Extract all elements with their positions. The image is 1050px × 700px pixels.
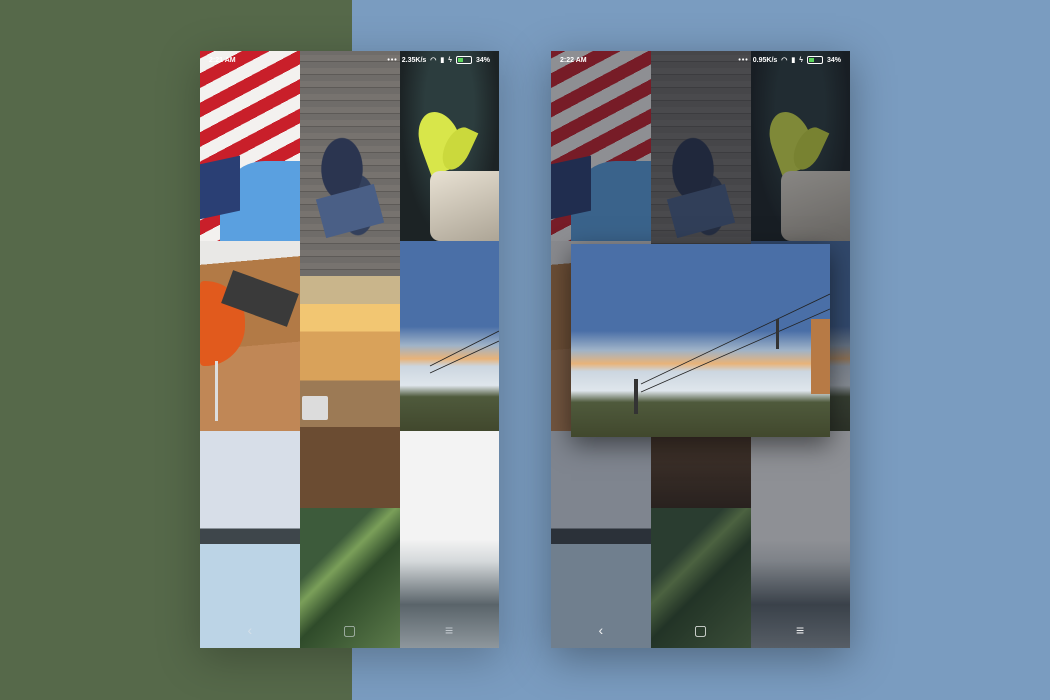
photo-car (302, 396, 328, 420)
photo-wires (634, 293, 830, 414)
wifi-icon: ◠ (430, 57, 437, 64)
home-button[interactable]: ▢ (334, 622, 364, 639)
battery-icon (806, 56, 823, 64)
signal-icon: ▮ (791, 57, 796, 64)
status-bar: 2:21 AM ••• 2.35K/s ◠ ▮ ϟ 34% (200, 51, 499, 69)
photo-tile-desk[interactable] (200, 241, 300, 431)
menu-button[interactable]: ≡ (434, 622, 464, 638)
status-time: 2:21 AM (209, 56, 236, 64)
charging-icon: ϟ (799, 56, 803, 64)
network-speed: 2.35K/s (401, 56, 427, 64)
signal-icon: ▮ (440, 57, 445, 64)
notification-dots-icon: ••• (387, 56, 398, 64)
back-button[interactable]: ‹ (235, 622, 265, 638)
status-bar: 2:22 AM ••• 0.95K/s ◠ ▮ ϟ 34% (551, 51, 850, 69)
navigation-bar: ‹ ▢ ≡ (551, 612, 850, 648)
photo-tile-flag[interactable] (200, 51, 300, 241)
navigation-bar: ‹ ▢ ≡ (200, 612, 499, 648)
battery-icon (455, 56, 472, 64)
photo-wires (429, 330, 499, 374)
battery-level: 34% (475, 56, 490, 64)
photo-rock (430, 171, 499, 241)
home-button[interactable]: ▢ (685, 622, 715, 639)
photo-tile-ski-lift[interactable] (400, 241, 499, 431)
photo-canton (200, 155, 240, 222)
photo-tile-boardwalk[interactable] (300, 51, 400, 276)
photo-preview-ski-lift[interactable] (571, 244, 830, 437)
photo-tile-plant[interactable] (400, 51, 499, 241)
phone-screen-peek: 2:22 AM ••• 0.95K/s ◠ ▮ ϟ 34% ‹ ▢ ≡ (551, 51, 850, 648)
notification-dots-icon: ••• (738, 56, 749, 64)
back-button[interactable]: ‹ (586, 622, 616, 638)
status-time: 2:22 AM (560, 56, 587, 64)
photo-tile-desert[interactable] (300, 276, 400, 508)
charging-icon: ϟ (448, 56, 452, 64)
menu-button[interactable]: ≡ (785, 622, 815, 638)
network-speed: 0.95K/s (752, 56, 778, 64)
photo-chair-leg (215, 361, 218, 421)
phone-screen-grid: 2:21 AM ••• 2.35K/s ◠ ▮ ϟ 34% ‹ ▢ ≡ (200, 51, 499, 648)
wifi-icon: ◠ (781, 57, 788, 64)
battery-level: 34% (826, 56, 841, 64)
